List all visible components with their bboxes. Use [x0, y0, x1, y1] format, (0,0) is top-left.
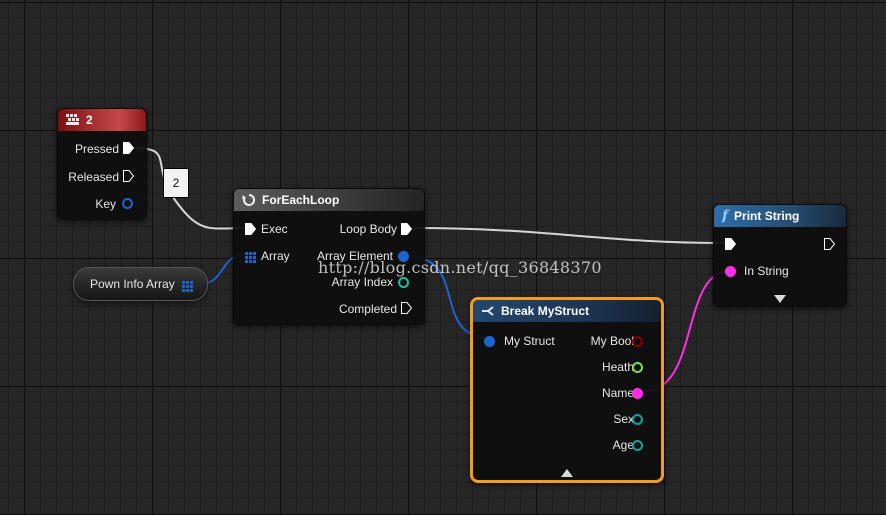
foreach-title: ForEachLoop: [262, 193, 340, 207]
completed-label: Completed: [338, 302, 397, 316]
loop-body-exec-pin[interactable]: [401, 223, 412, 235]
name-pin[interactable]: [632, 388, 643, 399]
break-struct-icon: [481, 305, 495, 317]
exec-label: Exec: [261, 222, 288, 236]
array-index-label: Array Index: [331, 275, 393, 289]
key-event-node[interactable]: 2 Pressed Released Key: [57, 108, 147, 220]
triangle-up-icon[interactable]: [561, 464, 573, 482]
completed-exec-pin[interactable]: [401, 302, 412, 314]
wire-loopbody-to-printstring: [412, 227, 726, 244]
comment-text: 2: [172, 176, 180, 190]
print-string-title: Print String: [734, 209, 800, 223]
my-bool-label: My Bool: [590, 334, 634, 348]
key-struct-pin[interactable]: [122, 198, 133, 209]
sex-label: Sex: [613, 412, 634, 426]
age-pin[interactable]: [632, 440, 643, 451]
key-event-header: 2: [58, 109, 146, 131]
print-exec-input-pin[interactable]: [725, 238, 736, 250]
print-string-node[interactable]: f Print String In String: [713, 204, 847, 307]
array-variable-node[interactable]: Pown Info Array: [73, 267, 208, 301]
foreach-loop-node[interactable]: ForEachLoop Exec Array Loop Body Array E…: [233, 188, 425, 325]
pressed-label: Pressed: [74, 142, 119, 156]
comment-box[interactable]: 2: [163, 168, 189, 198]
function-icon: f: [722, 208, 729, 224]
break-struct-node[interactable]: Break MyStruct My Struct My Bool Heath N…: [470, 297, 664, 483]
array-grid-icon[interactable]: [182, 279, 193, 297]
in-string-pin[interactable]: [725, 266, 736, 277]
my-struct-input-pin[interactable]: [484, 336, 495, 347]
wire-pressed-to-exec: [133, 147, 246, 230]
my-bool-pin[interactable]: [632, 336, 643, 347]
key-event-title: 2: [86, 113, 93, 127]
heath-pin[interactable]: [632, 362, 643, 373]
keyboard-icon: [66, 114, 80, 126]
array-variable-label: Pown Info Array: [90, 277, 175, 291]
key-label: Key: [95, 197, 116, 211]
print-exec-output-pin[interactable]: [824, 238, 835, 250]
array-index-pin[interactable]: [398, 277, 409, 288]
loop-body-label: Loop Body: [339, 222, 397, 236]
break-struct-title: Break MyStruct: [501, 304, 590, 318]
released-label: Released: [68, 170, 119, 184]
pressed-exec-pin[interactable]: [123, 142, 134, 154]
array-input-pin[interactable]: [245, 250, 256, 268]
in-string-label: In String: [744, 264, 789, 278]
my-struct-label: My Struct: [504, 334, 555, 348]
loop-icon: [242, 193, 256, 207]
watermark: http://blog.csdn.net/qq_36848370: [318, 258, 602, 277]
break-struct-header: Break MyStruct: [473, 300, 661, 322]
foreach-header: ForEachLoop: [234, 189, 424, 211]
heath-label: Heath: [601, 360, 634, 374]
released-exec-pin[interactable]: [123, 170, 134, 182]
sex-pin[interactable]: [632, 414, 643, 425]
age-label: Age: [612, 438, 634, 452]
exec-input-pin[interactable]: [245, 223, 256, 235]
array-label: Array: [261, 249, 290, 263]
print-string-header: f Print String: [714, 205, 846, 227]
triangle-down-icon[interactable]: [774, 290, 786, 308]
name-label: Name: [601, 386, 634, 400]
